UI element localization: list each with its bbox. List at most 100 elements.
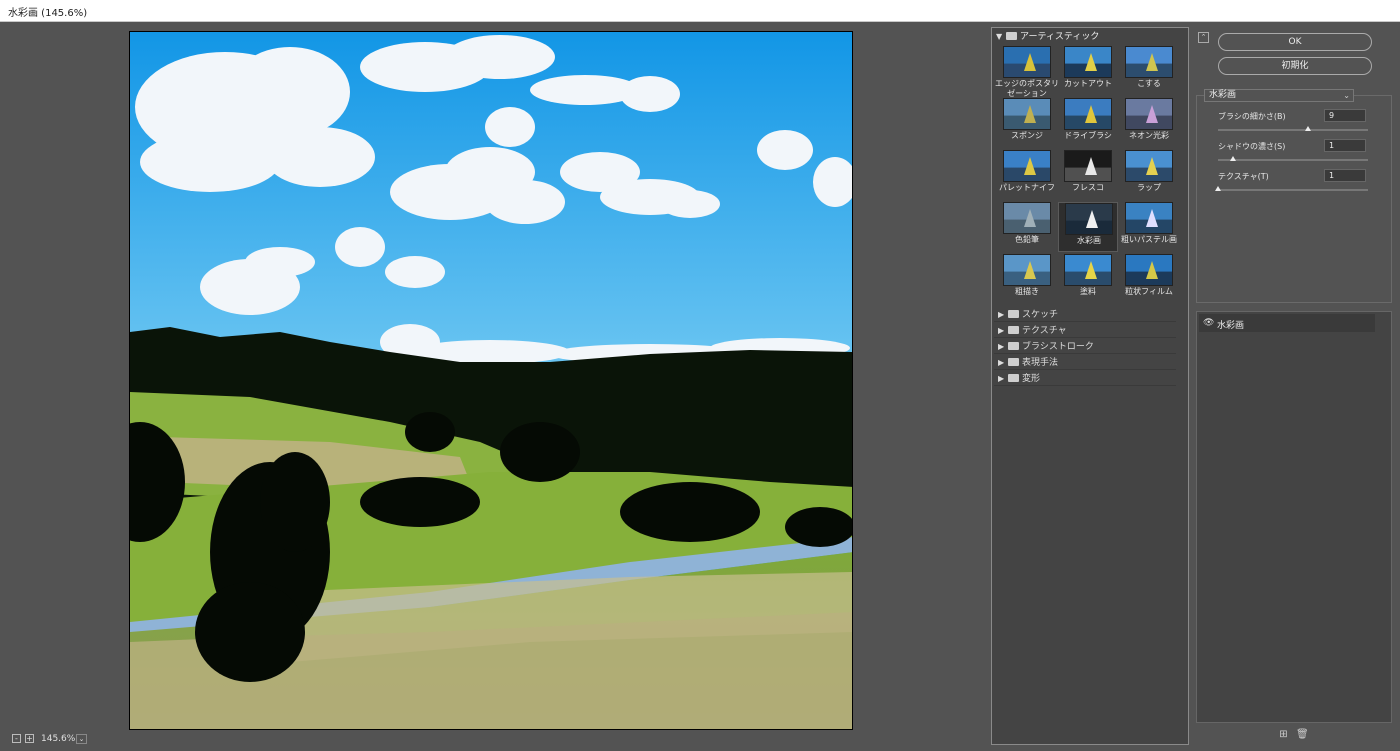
filter-thumb-label: フレスコ: [1072, 183, 1104, 192]
filter-thumb[interactable]: 塗料: [1058, 254, 1118, 304]
filter-thumb[interactable]: パレットナイフ: [997, 150, 1057, 200]
folder-icon: [1008, 325, 1019, 334]
filter-thumb-image: [1065, 203, 1113, 235]
filter-thumb-label: スポンジ: [1011, 131, 1043, 140]
category-label: スケッチ: [1022, 310, 1059, 320]
filter-thumb-image: [1064, 150, 1112, 182]
filter-thumb-image: [1003, 202, 1051, 234]
filter-thumb-image: [1003, 46, 1051, 78]
filter-thumb-image: [1003, 98, 1051, 130]
effect-layers: 👁 水彩画: [1196, 311, 1392, 723]
filter-thumb-label: 粒状フィルム: [1125, 287, 1173, 296]
texture-input[interactable]: 1: [1324, 169, 1366, 182]
filter-thumb-image: [1125, 150, 1173, 182]
filter-thumb-label: ラップ: [1137, 183, 1161, 192]
filter-thumb[interactable]: こする: [1119, 46, 1179, 96]
filter-thumb[interactable]: ラップ: [1119, 150, 1179, 200]
eye-icon[interactable]: 👁: [1203, 318, 1214, 328]
category-label: アーティスティック: [1020, 32, 1100, 42]
filter-thumb[interactable]: エッジのポスタリゼーション: [995, 46, 1059, 98]
category-label: ブラシストローク: [1022, 342, 1094, 352]
expand-icon: ▼: [996, 32, 1003, 41]
effect-layer-row[interactable]: 👁 水彩画: [1199, 314, 1375, 332]
filter-category[interactable]: ▶ スケッチ: [994, 307, 1176, 322]
filter-thumb[interactable]: フレスコ: [1058, 150, 1118, 200]
shadow-intensity-slider[interactable]: [1218, 156, 1368, 161]
filter-thumb-image: [1003, 254, 1051, 286]
filter-thumb[interactable]: 色鉛筆: [997, 202, 1057, 252]
category-label: テクスチャ: [1022, 326, 1067, 336]
folder-icon: [1008, 357, 1019, 366]
folder-icon: [1006, 31, 1017, 40]
filter-select-value: 水彩画: [1209, 90, 1237, 100]
zoom-dropdown[interactable]: ⌄: [76, 734, 87, 744]
new-effect-layer-icon[interactable]: ⊞: [1278, 729, 1289, 740]
expand-icon: ▶: [998, 342, 1005, 351]
filter-thumb-image: [1064, 98, 1112, 130]
filter-thumb[interactable]: ネオン光彩: [1119, 98, 1179, 148]
filter-category[interactable]: ▶ 変形: [994, 371, 1176, 386]
zoom-out-button[interactable]: -: [12, 734, 21, 743]
slider-knob[interactable]: [1230, 156, 1236, 161]
filter-thumb-label: 色鉛筆: [1015, 235, 1039, 244]
expand-icon: ▶: [998, 326, 1005, 335]
filter-thumb[interactable]: 水彩画: [1058, 202, 1118, 252]
effect-layer-name: 水彩画: [1217, 321, 1245, 331]
settings-panel: ⌃ OK 初期化 水彩画 ⌄ ブラシの細かさ(B) 9 シャドウの濃さ(S) 1…: [1192, 23, 1400, 751]
filter-category[interactable]: ▶ 表現手法: [994, 355, 1176, 370]
slider-knob[interactable]: [1215, 186, 1221, 191]
filter-thumb[interactable]: 粗描き: [997, 254, 1057, 304]
filter-thumb-image: [1125, 254, 1173, 286]
category-label: 表現手法: [1022, 358, 1059, 368]
filter-thumb-label: こする: [1137, 79, 1161, 88]
preview-picture: [130, 32, 852, 729]
filter-thumb-label: 塗料: [1080, 287, 1096, 296]
ok-button[interactable]: OK: [1218, 33, 1372, 51]
filter-thumb-label: カットアウト: [1064, 79, 1112, 88]
filter-thumb-label: 水彩画: [1077, 236, 1101, 245]
filter-thumb-image: [1125, 202, 1173, 234]
filter-thumb[interactable]: スポンジ: [997, 98, 1057, 148]
filter-thumb[interactable]: カットアウト: [1058, 46, 1118, 96]
texture-slider[interactable]: [1215, 186, 1368, 191]
filter-settings: [1196, 95, 1392, 303]
folder-icon: [1008, 309, 1019, 318]
filter-thumb-label: エッジのポスタリゼーション: [995, 79, 1059, 98]
brush-detail-slider[interactable]: [1218, 126, 1368, 131]
filter-gallery: ▼ アーティスティック エッジのポスタリゼーション カットアウト こするスポンジ ドライ…: [991, 27, 1189, 745]
filter-thumb-image: [1003, 150, 1051, 182]
filter-thumb-image: [1125, 98, 1173, 130]
filter-thumb-label: 粗いパステル画: [1121, 235, 1177, 244]
filter-category[interactable]: ▶ テクスチャ: [994, 323, 1176, 338]
brush-detail-label: ブラシの細かさ(B): [1218, 112, 1286, 121]
expand-icon: ▶: [998, 358, 1005, 367]
collapse-gallery-button[interactable]: ⌃: [1198, 32, 1209, 43]
filter-thumb[interactable]: 粗いパステル画: [1119, 202, 1179, 252]
zoom-in-button[interactable]: +: [25, 734, 34, 743]
shadow-intensity-input[interactable]: 1: [1324, 139, 1366, 152]
brush-detail-input[interactable]: 9: [1324, 109, 1366, 122]
window-titlebar: 水彩画 (145.6%): [0, 0, 1400, 22]
filter-thumb-label: 粗描き: [1015, 287, 1039, 296]
chevron-down-icon: ⌄: [1343, 91, 1350, 100]
preview-area[interactable]: [0, 23, 986, 731]
filter-thumb-image: [1064, 46, 1112, 78]
expand-icon: ▶: [998, 374, 1005, 383]
filter-thumb[interactable]: ドライブラシ: [1058, 98, 1118, 148]
folder-icon: [1008, 341, 1019, 350]
texture-label: テクスチャ(T): [1218, 172, 1269, 181]
filter-thumb-label: パレットナイフ: [999, 183, 1055, 192]
expand-icon: ▶: [998, 310, 1005, 319]
filter-thumb-image: [1064, 254, 1112, 286]
delete-effect-layer-icon[interactable]: 🗑: [1296, 729, 1309, 740]
filter-category[interactable]: ▶ ブラシストローク: [994, 339, 1176, 354]
reset-button[interactable]: 初期化: [1218, 57, 1372, 75]
preview-image[interactable]: [129, 31, 853, 730]
zoom-level: 145.6%: [41, 734, 76, 744]
slider-knob[interactable]: [1305, 126, 1311, 131]
shadow-intensity-label: シャドウの濃さ(S): [1218, 142, 1286, 151]
category-artistic[interactable]: ▼ アーティスティック: [996, 30, 1099, 44]
filter-select[interactable]: 水彩画 ⌄: [1204, 89, 1354, 102]
filter-thumb-label: ドライブラシ: [1064, 131, 1112, 140]
filter-thumb[interactable]: 粒状フィルム: [1119, 254, 1179, 304]
